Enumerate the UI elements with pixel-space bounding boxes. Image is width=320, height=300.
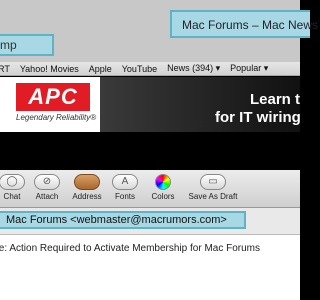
bookmark-youtube[interactable]: YouTube <box>122 64 157 74</box>
ad-dark-panel: Learn t for IT wiring <box>100 77 301 132</box>
colors-label: Colors <box>151 192 175 201</box>
bookmark-popular[interactable]: Popular ▾ <box>230 63 268 74</box>
apc-tagline: Legendary Reliability® <box>16 113 97 122</box>
colors-button[interactable]: Colors <box>143 174 183 206</box>
save-as-draft-label: Save As Draft <box>188 192 238 201</box>
mail-compose-toolbar: ◯ Chat ⊘ Attach Address A Fonts Colors ▭… <box>0 170 300 208</box>
address-button[interactable]: Address <box>67 174 107 206</box>
browser-tab-strip: mp Mac Forums – Mac News <box>0 0 318 62</box>
attach-button[interactable]: ⊘ Attach <box>27 174 67 206</box>
ad-headline-1: Learn t <box>250 91 301 108</box>
advertisement-banner[interactable]: APC Legendary Reliability® Learn t for I… <box>0 77 301 132</box>
browser-tab-mac-forums[interactable]: Mac Forums – Mac News <box>170 10 318 38</box>
bookmark-apple[interactable]: Apple <box>89 64 112 74</box>
browser-tab-mac-forums-label: Mac Forums – Mac News <box>182 18 319 32</box>
from-field[interactable]: Mac Forums <webmaster@macrumors.com> <box>0 211 246 229</box>
fonts-label: Fonts <box>114 192 135 201</box>
browser-tab-left[interactable]: mp <box>0 34 54 56</box>
from-row: Mac Forums <webmaster@macrumors.com> <box>0 208 300 234</box>
chat-icon: ◯ <box>0 174 25 190</box>
fonts-icon: A <box>112 174 138 190</box>
draft-icon: ▭ <box>200 174 226 190</box>
paperclip-icon: ⊘ <box>34 174 60 190</box>
bookmark-rt[interactable]: RT <box>0 64 10 74</box>
ad-headline-2: for IT wiring <box>215 109 301 126</box>
from-value: Mac Forums <webmaster@macrumors.com> <box>6 214 227 226</box>
fonts-button[interactable]: A Fonts <box>105 174 145 206</box>
address-book-icon <box>74 174 100 190</box>
browser-tab-left-label: mp <box>0 38 17 52</box>
bookmark-news[interactable]: News (394) ▾ <box>167 63 220 74</box>
bookmarks-bar: RT Yahoo! Movies Apple YouTube News (394… <box>0 62 300 76</box>
address-label: Address <box>72 192 102 201</box>
bookmark-yahoo-movies[interactable]: Yahoo! Movies <box>20 64 79 74</box>
subject-row[interactable]: te: Action Required to Activate Membersh… <box>0 234 300 300</box>
subject-text: te: Action Required to Activate Membersh… <box>0 243 260 254</box>
attach-label: Attach <box>35 192 59 201</box>
apc-logo: APC <box>16 83 90 111</box>
save-as-draft-button[interactable]: ▭ Save As Draft <box>188 174 238 206</box>
color-wheel-icon <box>155 174 171 190</box>
